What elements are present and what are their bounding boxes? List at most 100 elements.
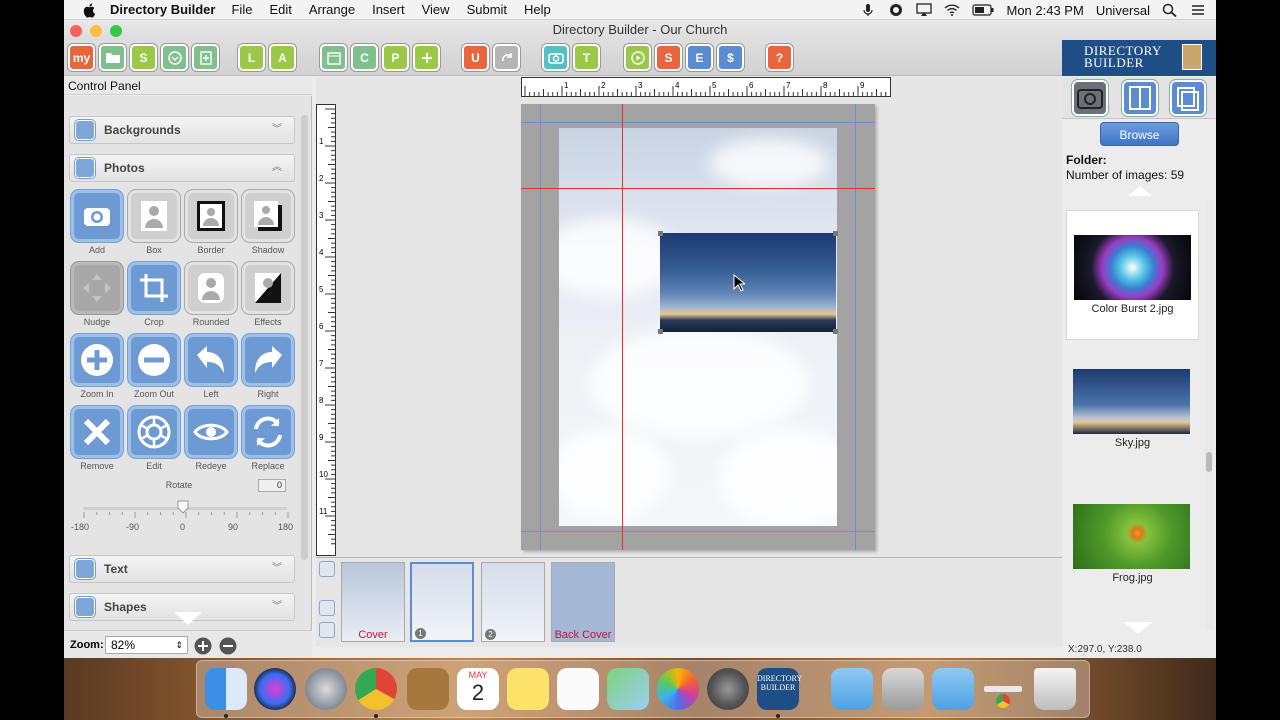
menu-edit[interactable]: Edit bbox=[269, 2, 291, 17]
top-ruler[interactable]: 1 2 3 4 5 6 7 8 9 bbox=[521, 77, 891, 97]
thumbnail-page-1[interactable]: 1 bbox=[410, 562, 474, 642]
section-photos[interactable]: Photos ︽ bbox=[69, 154, 295, 182]
layout-button[interactable]: L bbox=[238, 44, 265, 71]
box-photo-tool[interactable] bbox=[128, 190, 180, 242]
remove-photo-tool[interactable] bbox=[71, 406, 123, 458]
microphone-icon[interactable] bbox=[860, 3, 876, 17]
zoom-select[interactable]: 82% ⇕ bbox=[105, 636, 188, 654]
download-button[interactable] bbox=[161, 44, 188, 71]
photo-toolbar-button[interactable] bbox=[542, 44, 569, 71]
zoom-in-button[interactable] bbox=[194, 637, 212, 655]
image-item-frog[interactable]: Frog.jpg bbox=[1066, 481, 1199, 611]
resize-handle[interactable] bbox=[658, 231, 663, 236]
minimize-window-button[interactable] bbox=[90, 25, 102, 37]
zoom-window-button[interactable] bbox=[110, 25, 122, 37]
calendar-app-icon[interactable]: MAY 2 bbox=[457, 668, 499, 710]
calendar-button[interactable] bbox=[320, 44, 347, 71]
photo-library-tab[interactable] bbox=[1072, 80, 1108, 116]
border-photo-tool[interactable] bbox=[185, 190, 237, 242]
thumbnail-back-cover[interactable]: Back Cover bbox=[551, 562, 615, 642]
text-toolbar-button[interactable]: T bbox=[573, 44, 600, 71]
photos-app-icon[interactable] bbox=[657, 668, 699, 710]
menu-app-name[interactable]: Directory Builder bbox=[110, 2, 215, 17]
thumbnail-cover[interactable]: Cover bbox=[341, 562, 405, 642]
edit-photo-tool[interactable] bbox=[128, 406, 180, 458]
rounded-photo-tool[interactable] bbox=[185, 262, 237, 314]
section-text[interactable]: Text ︾ bbox=[69, 555, 295, 583]
maps-app-icon[interactable] bbox=[607, 668, 649, 710]
creative-cloud-icon[interactable] bbox=[888, 3, 904, 17]
scroll-down-arrow-icon[interactable] bbox=[1124, 622, 1152, 634]
undo-button[interactable]: U bbox=[462, 44, 489, 71]
menu-arrange[interactable]: Arrange bbox=[309, 2, 355, 17]
email-button[interactable]: E bbox=[686, 44, 713, 71]
image-list-scrollbar[interactable] bbox=[1205, 200, 1213, 630]
layout-library-tab[interactable] bbox=[1122, 80, 1158, 116]
chrome-icon[interactable] bbox=[355, 668, 397, 710]
menu-insert[interactable]: Insert bbox=[372, 2, 405, 17]
replace-photo-tool[interactable] bbox=[242, 406, 294, 458]
browse-button[interactable]: Browse bbox=[1100, 122, 1179, 146]
system-preferences-icon[interactable] bbox=[707, 668, 749, 710]
home-folder-icon[interactable] bbox=[882, 668, 924, 710]
page-settings-button[interactable] bbox=[319, 600, 335, 616]
menu-clock[interactable]: Mon 2:43 PM bbox=[1006, 3, 1083, 18]
zoom-in-tool[interactable] bbox=[71, 334, 123, 386]
scroll-down-arrow-icon[interactable] bbox=[174, 612, 202, 626]
open-folder-button[interactable] bbox=[99, 44, 126, 71]
layers-library-tab[interactable] bbox=[1170, 80, 1206, 116]
nudge-photo-tool[interactable] bbox=[71, 262, 123, 314]
control-panel-scrollbar[interactable] bbox=[301, 115, 308, 560]
apple-icon[interactable] bbox=[82, 2, 98, 18]
add-photo-tool[interactable] bbox=[71, 190, 123, 242]
thumbnail-page-2[interactable]: 2 bbox=[481, 562, 545, 642]
contacts-app-icon[interactable] bbox=[407, 668, 449, 710]
notification-center-icon[interactable] bbox=[1190, 3, 1206, 17]
trash-icon[interactable] bbox=[1034, 668, 1076, 710]
help-button[interactable]: ? bbox=[766, 44, 793, 71]
zoom-out-tool[interactable] bbox=[128, 334, 180, 386]
vertical-guide[interactable] bbox=[622, 104, 623, 550]
resize-handle[interactable] bbox=[833, 329, 838, 334]
applications-folder-icon[interactable] bbox=[831, 668, 873, 710]
resize-handle[interactable] bbox=[833, 231, 838, 236]
scroll-up-arrow-icon[interactable] bbox=[1128, 186, 1152, 196]
section-backgrounds[interactable]: Backgrounds ︾ bbox=[69, 116, 295, 144]
menu-help[interactable]: Help bbox=[524, 2, 551, 17]
chrome-window-minimized-icon[interactable] bbox=[982, 668, 1024, 710]
menu-view[interactable]: View bbox=[422, 2, 450, 17]
launchpad-icon[interactable] bbox=[305, 668, 347, 710]
selected-photo-sky[interactable] bbox=[660, 233, 836, 332]
alphabet-button[interactable]: A bbox=[269, 44, 296, 71]
menu-user[interactable]: Universal bbox=[1096, 3, 1150, 18]
battery-icon[interactable] bbox=[972, 3, 994, 17]
menu-file[interactable]: File bbox=[231, 2, 252, 17]
preview-button[interactable] bbox=[624, 44, 651, 71]
zoom-out-button[interactable] bbox=[219, 637, 237, 655]
resize-handle[interactable] bbox=[658, 329, 663, 334]
close-window-button[interactable] bbox=[70, 25, 82, 37]
left-ruler[interactable]: 1 2 3 4 5 6 7 8 9 10 11 bbox=[316, 104, 336, 556]
image-item-sky[interactable]: Sky.jpg bbox=[1066, 346, 1199, 476]
image-item-color-burst[interactable]: Color Burst 2.jpg bbox=[1066, 210, 1199, 340]
rotate-left-tool[interactable] bbox=[185, 334, 237, 386]
finder-icon[interactable] bbox=[205, 668, 247, 710]
rotate-right-tool[interactable] bbox=[242, 334, 294, 386]
redo-button[interactable] bbox=[493, 44, 520, 71]
directory-builder-app-icon[interactable]: DIRECTORY BUILDER bbox=[757, 668, 802, 710]
crop-photo-tool[interactable] bbox=[128, 262, 180, 314]
contacts-button[interactable]: C bbox=[351, 44, 378, 71]
airplay-icon[interactable] bbox=[916, 3, 933, 17]
spell-check-button[interactable]: S bbox=[655, 44, 682, 71]
menu-submit[interactable]: Submit bbox=[467, 2, 507, 17]
wifi-icon[interactable] bbox=[944, 3, 960, 17]
my-directory-button[interactable]: my bbox=[68, 44, 95, 71]
notes-app-icon[interactable] bbox=[507, 668, 549, 710]
downloads-folder-icon[interactable] bbox=[932, 668, 974, 710]
new-page-button[interactable] bbox=[192, 44, 219, 71]
add-entry-button[interactable] bbox=[413, 44, 440, 71]
rotate-value-field[interactable]: 0 bbox=[258, 479, 286, 492]
reminders-app-icon[interactable] bbox=[557, 668, 599, 710]
effects-photo-tool[interactable] bbox=[242, 262, 294, 314]
save-button[interactable]: S bbox=[130, 44, 157, 71]
